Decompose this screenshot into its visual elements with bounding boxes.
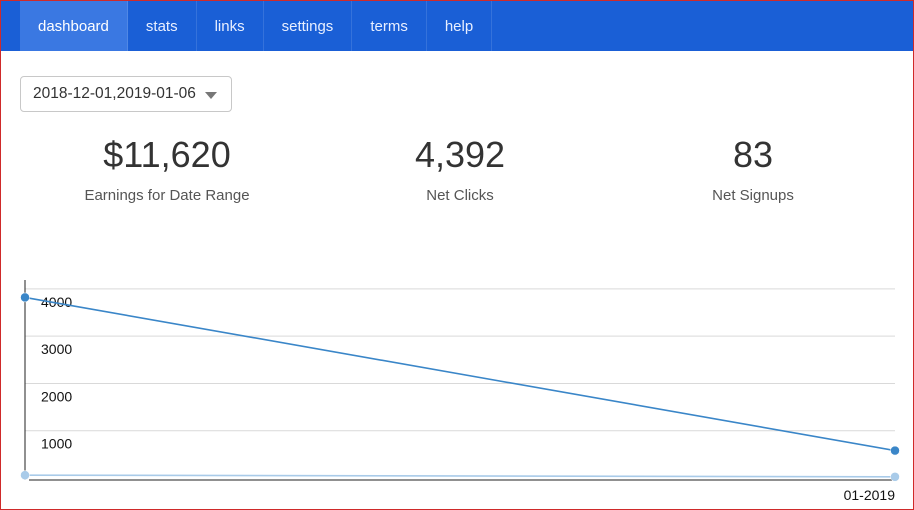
stat-earnings: $11,620 Earnings for Date Range: [37, 134, 297, 204]
nav-terms[interactable]: terms: [352, 1, 427, 51]
top-navbar: dashboard stats links settings terms hel…: [1, 1, 913, 51]
clicks-signups-line-chart: 1000 2000 3000 4000 01-2019: [20, 280, 900, 503]
series-1-point: [890, 472, 900, 482]
series-1-point: [20, 470, 30, 480]
signups-value: 83: [732, 134, 774, 175]
nav-dashboard[interactable]: dashboard: [20, 1, 128, 51]
date-range-value: 2018-12-01,2019-01-06: [33, 85, 196, 102]
series-0-point: [20, 292, 30, 303]
chevron-down-icon: [205, 92, 217, 99]
clicks-label: Net Clicks: [426, 187, 494, 204]
clicks-value: 4,392: [414, 134, 506, 175]
y-tick-label: 4000: [41, 294, 72, 310]
nav-settings[interactable]: settings: [264, 1, 353, 51]
stat-clicks: 4,392 Net Clicks: [330, 134, 590, 204]
stat-signups: 83 Net Signups: [623, 134, 883, 204]
series-line-0: [24, 296, 896, 452]
series-line-1: [24, 474, 896, 478]
y-tick-label: 3000: [41, 341, 72, 357]
nav-links[interactable]: links: [197, 1, 264, 51]
signups-label: Net Signups: [712, 187, 794, 204]
earnings-value: $11,620: [103, 134, 231, 175]
series-0-point: [890, 445, 900, 456]
y-tick-label: 2000: [41, 388, 72, 404]
date-range-select[interactable]: 2018-12-01,2019-01-06: [20, 76, 232, 112]
nav-stats[interactable]: stats: [128, 1, 197, 51]
nav-help[interactable]: help: [427, 1, 493, 51]
y-tick-label: 1000: [41, 436, 72, 452]
x-tick-label: 01-2019: [844, 487, 896, 503]
earnings-label: Earnings for Date Range: [84, 187, 250, 204]
